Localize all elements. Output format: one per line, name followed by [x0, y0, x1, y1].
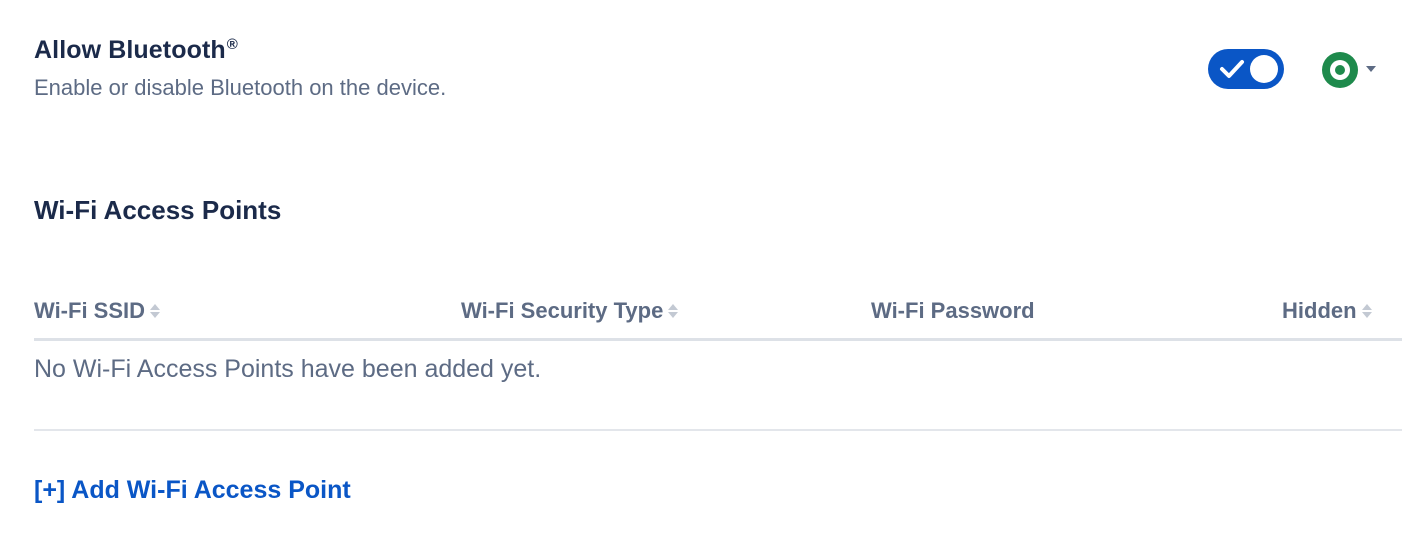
column-label: Wi-Fi SSID	[34, 298, 146, 323]
column-header-hidden[interactable]: Hidden	[1282, 298, 1373, 324]
table-empty-row: No Wi-Fi Access Points have been added y…	[34, 341, 1402, 431]
table-header: Wi-Fi SSID Wi-Fi Security Type Wi-Fi Pas…	[34, 294, 1402, 341]
column-label: Wi-Fi Password	[871, 298, 1035, 323]
column-header-security-type[interactable]: Wi-Fi Security Type	[461, 298, 679, 324]
sort-arrows-icon	[149, 302, 161, 320]
bluetooth-setting-row: Allow Bluetooth® Enable or disable Bluet…	[34, 30, 1380, 110]
column-label: Wi-Fi Security Type	[461, 298, 664, 323]
empty-state-message: No Wi-Fi Access Points have been added y…	[34, 355, 542, 383]
column-header-ssid[interactable]: Wi-Fi SSID	[34, 298, 161, 324]
column-label: Hidden	[1282, 298, 1357, 323]
bluetooth-toggle[interactable]	[1208, 49, 1284, 89]
column-header-password: Wi-Fi Password	[871, 298, 1035, 324]
caret-down-icon	[1366, 66, 1376, 72]
sort-arrows-icon	[667, 302, 679, 320]
add-wifi-access-point-link[interactable]: [+] Add Wi-Fi Access Point	[34, 476, 351, 505]
status-ring-icon	[1322, 52, 1358, 88]
sort-arrows-icon	[1361, 302, 1373, 320]
registered-mark: ®	[226, 36, 238, 53]
status-dropdown[interactable]	[1322, 52, 1382, 88]
section-title: Wi-Fi Access Points	[34, 195, 282, 225]
checkmark-icon	[1220, 60, 1244, 78]
setting-title: Allow Bluetooth®	[34, 36, 238, 65]
setting-title-text: Allow Bluetooth	[34, 36, 226, 64]
setting-description: Enable or disable Bluetooth on the devic…	[34, 75, 447, 100]
toggle-knob	[1250, 55, 1278, 83]
